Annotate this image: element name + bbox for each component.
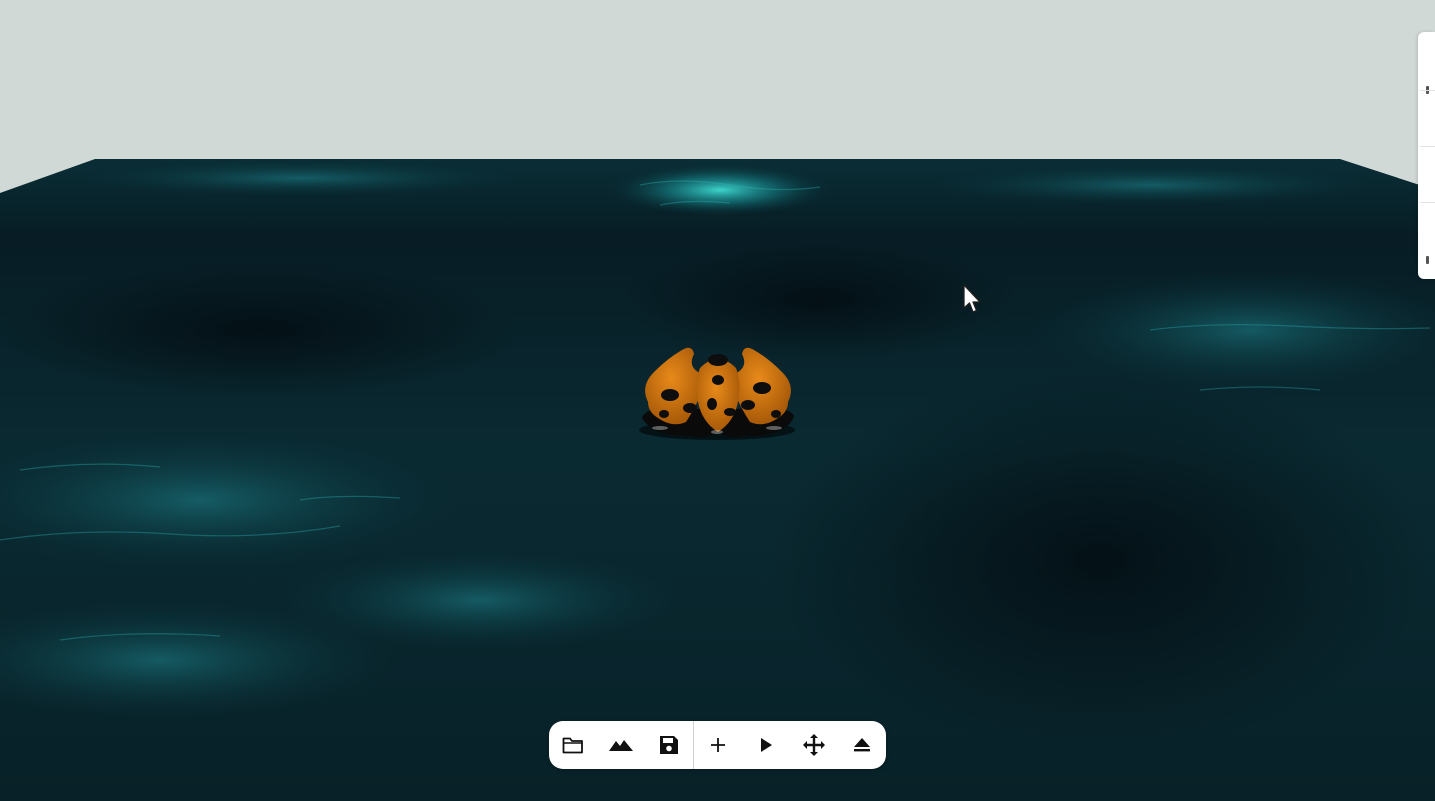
ground-glow [610, 164, 830, 216]
eject-button[interactable] [838, 721, 886, 769]
ground-glow [80, 160, 520, 196]
move-icon [803, 734, 825, 756]
open-folder-icon [562, 737, 583, 754]
mouse-cursor-icon [963, 284, 981, 313]
toolbar-group-scene [694, 721, 886, 769]
panel-divider [1420, 146, 1435, 147]
open-button[interactable] [549, 721, 597, 769]
add-icon [711, 738, 725, 752]
panel-divider [1420, 202, 1435, 203]
ground-glow [930, 165, 1370, 205]
play-button[interactable] [742, 721, 790, 769]
ground-dark-patch [620, 240, 1020, 360]
play-icon [761, 738, 772, 752]
ground-glow [280, 550, 680, 650]
move-button[interactable] [790, 721, 838, 769]
save-button[interactable] [645, 721, 693, 769]
eject-icon [854, 738, 870, 752]
terrain-icon [609, 740, 633, 751]
side-panel[interactable] [1418, 32, 1435, 279]
add-button[interactable] [694, 721, 742, 769]
toolbar-group-file [549, 721, 693, 769]
ground-dark-patch [770, 370, 1430, 750]
bottom-toolbar [549, 721, 886, 769]
save-icon [660, 736, 678, 754]
terrain-button[interactable] [597, 721, 645, 769]
ground-dark-patch [0, 260, 520, 400]
panel-divider [1420, 90, 1435, 91]
3d-viewport[interactable] [0, 0, 1435, 801]
scene-canvas[interactable] [0, 0, 1435, 801]
panel-handle-icon[interactable] [1426, 256, 1429, 264]
